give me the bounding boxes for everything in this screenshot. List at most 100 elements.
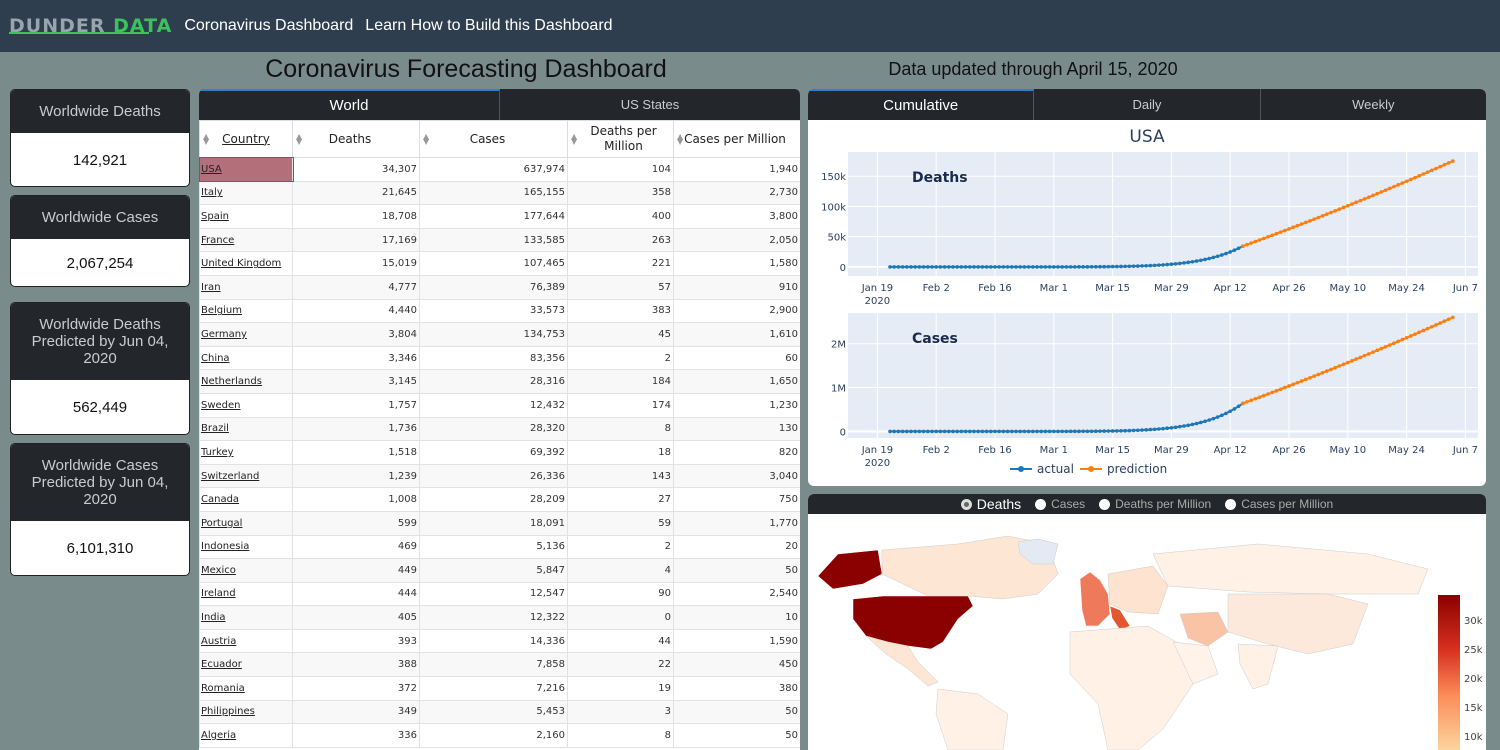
country-link[interactable]: Brazil [201, 423, 229, 434]
table-row[interactable]: Switzerland 1,239 26,336 143 3,040 [199, 463, 800, 489]
column-header-deaths[interactable]: ▲ ▼ Deaths [292, 120, 420, 158]
country-link[interactable]: Ireland [201, 588, 236, 599]
table-row[interactable]: China 3,346 83,356 2 60 [199, 345, 800, 371]
country-link[interactable]: Germany [201, 329, 247, 340]
cell-country[interactable]: USA [199, 156, 294, 183]
table-row[interactable]: Indonesia 469 5,136 2 20 [199, 534, 800, 560]
sort-icon[interactable]: ▲ ▼ [203, 133, 209, 146]
table-row[interactable]: Iran 4,777 76,389 57 910 [199, 274, 800, 300]
forecast-chart[interactable]: USA Jan 19 2020 Feb 2 Feb 16 Mar 1 Mar 15 Mar 2… [808, 120, 1486, 486]
country-link[interactable]: USA [201, 164, 222, 175]
cell-country[interactable]: Indonesia [199, 534, 293, 560]
country-link[interactable]: Italy [201, 187, 223, 198]
cell-country[interactable]: Switzerland [199, 463, 293, 489]
cell-country[interactable]: China [199, 345, 293, 371]
table-row[interactable]: Portugal 599 18,091 59 1,770 [199, 510, 800, 536]
cell-country[interactable]: India [199, 605, 293, 630]
radio-deaths[interactable]: Deaths [960, 496, 1021, 512]
table-row[interactable]: Belgium 4,440 33,573 383 2,900 [199, 298, 800, 324]
sort-icon[interactable]: ▲ ▼ [571, 133, 577, 146]
column-header-cases-per-million[interactable]: ▲ ▼ Cases per Million [673, 120, 800, 158]
tab-daily[interactable]: Daily [1034, 89, 1261, 120]
nav-link-learn[interactable]: Learn How to Build this Dashboard [365, 17, 612, 35]
country-link[interactable]: Canada [201, 494, 239, 505]
cell-country[interactable]: Netherlands [199, 369, 293, 394]
legend-label-actual[interactable]: actual [1037, 462, 1074, 476]
cell-country[interactable]: Sweden [199, 392, 293, 418]
cell-country[interactable]: Germany [199, 322, 293, 347]
country-link[interactable]: Mexico [201, 565, 236, 576]
table-row[interactable]: France 17,169 133,585 263 2,050 [199, 227, 800, 253]
cell-country[interactable]: France [199, 227, 293, 253]
country-link[interactable]: Ecuador [201, 659, 242, 670]
cell-country[interactable]: Portugal [199, 510, 293, 536]
cell-country[interactable]: Canada [199, 487, 293, 512]
country-link[interactable]: United Kingdom [201, 258, 281, 269]
tab-cumulative[interactable]: Cumulative [808, 89, 1035, 120]
cell-country[interactable]: Italy [199, 180, 293, 206]
country-link[interactable]: Algeria [201, 730, 236, 741]
sort-icon[interactable]: ▲ ▼ [296, 133, 302, 146]
country-link[interactable]: Spain [201, 211, 229, 222]
cell-country[interactable]: Philippines [199, 699, 293, 725]
cell-country[interactable]: Ecuador [199, 652, 293, 678]
radio-cases-per-million[interactable]: Cases per Million [1225, 497, 1333, 511]
tab-world[interactable]: World [199, 89, 500, 120]
country-link[interactable]: Turkey [201, 447, 234, 458]
table-row[interactable]: Philippines 349 5,453 3 50 [199, 699, 800, 725]
table-row[interactable]: Brazil 1,736 28,320 8 130 [199, 416, 800, 442]
country-link[interactable]: Austria [201, 636, 236, 647]
cell-country[interactable]: Brazil [199, 416, 293, 442]
table-row[interactable]: Germany 3,804 134,753 45 1,610 [199, 322, 800, 347]
legend-label-prediction[interactable]: prediction [1107, 462, 1167, 476]
radio-deaths-per-million[interactable]: Deaths per Million [1099, 497, 1211, 511]
table-row[interactable]: Romania 372 7,216 19 380 [199, 676, 800, 701]
cell-country[interactable]: Iran [199, 274, 293, 300]
cell-country[interactable]: Spain [199, 204, 293, 229]
country-link[interactable]: Sweden [201, 400, 241, 411]
table-row[interactable]: Ecuador 388 7,858 22 450 [199, 652, 800, 678]
sort-icon[interactable]: ▲ ▼ [677, 133, 683, 146]
radio-cases[interactable]: Cases [1035, 497, 1085, 511]
table-row[interactable]: Ireland 444 12,547 90 2,540 [199, 581, 800, 607]
country-link[interactable]: Romania [201, 683, 245, 694]
column-header-deaths-per-million[interactable]: ▲ ▼ Deaths per Million [567, 120, 674, 158]
table-row[interactable]: Algeria 336 2,160 8 50 [199, 723, 800, 748]
country-link[interactable]: Philippines [201, 706, 255, 717]
country-link[interactable]: Switzerland [201, 471, 259, 482]
country-link[interactable]: Iran [201, 282, 221, 293]
country-link[interactable]: Netherlands [201, 376, 262, 387]
cell-country[interactable]: United Kingdom [199, 251, 293, 276]
country-link[interactable]: Belgium [201, 305, 242, 316]
table-row[interactable]: Austria 393 14,336 44 1,590 [199, 628, 800, 654]
table-row[interactable]: Sweden 1,757 12,432 174 1,230 [199, 392, 800, 418]
table-row[interactable]: Netherlands 3,145 28,316 184 1,650 [199, 369, 800, 394]
table-row[interactable]: United Kingdom 15,019 107,465 221 1,580 [199, 251, 800, 276]
table-row[interactable]: Italy 21,645 165,155 358 2,730 [199, 180, 800, 206]
cell-country[interactable]: Romania [199, 676, 293, 701]
cell-country[interactable]: Belgium [199, 298, 293, 324]
table-row[interactable]: India 405 12,322 0 10 [199, 605, 800, 630]
country-link[interactable]: Indonesia [201, 541, 249, 552]
table-row[interactable]: USA 34,307 637,974 104 1,940 [199, 156, 800, 183]
column-header-cases[interactable]: ▲ ▼ Cases [419, 120, 568, 158]
country-link[interactable]: France [201, 235, 234, 246]
nav-link-dashboard[interactable]: Coronavirus Dashboard [184, 17, 353, 35]
cell-country[interactable]: Turkey [199, 440, 293, 465]
country-link[interactable]: China [201, 353, 230, 364]
cell-country[interactable]: Mexico [199, 558, 293, 583]
table-row[interactable]: Canada 1,008 28,209 27 750 [199, 487, 800, 512]
column-header-country[interactable]: ▲ ▼ Country [199, 120, 293, 158]
country-link[interactable]: India [201, 612, 226, 623]
sort-icon[interactable]: ▲ ▼ [423, 133, 429, 146]
cell-country[interactable]: Austria [199, 628, 293, 654]
cell-country[interactable]: Algeria [199, 723, 293, 748]
country-link[interactable]: Portugal [201, 518, 242, 529]
table-row[interactable]: Turkey 1,518 69,392 18 820 [199, 440, 800, 465]
table-row[interactable]: Spain 18,708 177,644 400 3,800 [199, 204, 800, 229]
table-row[interactable]: Mexico 449 5,847 4 50 [199, 558, 800, 583]
tab-weekly[interactable]: Weekly [1261, 89, 1486, 120]
choropleth-map[interactable]: 30k 25k 20k 15k 10k [808, 514, 1486, 750]
cell-country[interactable]: Ireland [199, 581, 293, 607]
tab-us-states[interactable]: US States [500, 89, 800, 120]
